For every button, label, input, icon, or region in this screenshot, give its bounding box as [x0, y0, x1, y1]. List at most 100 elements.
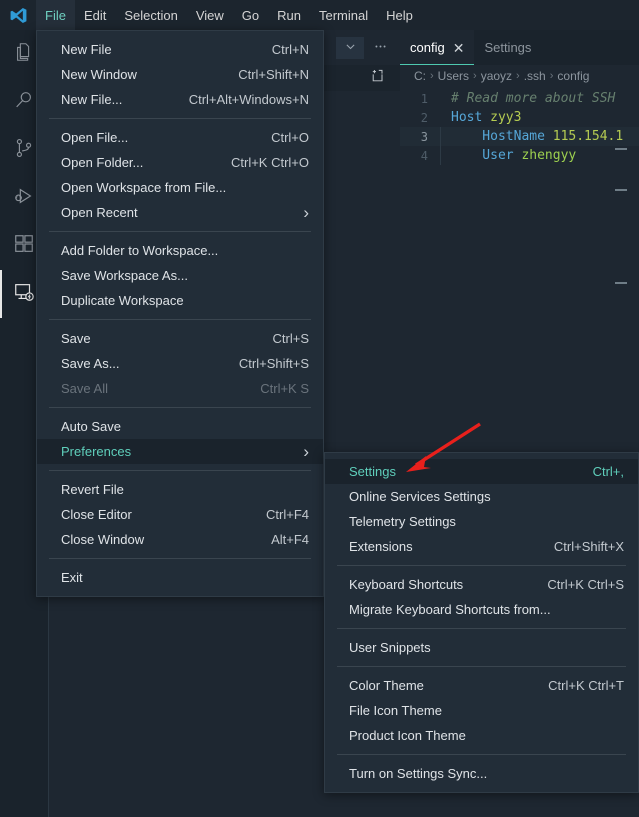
minimap-mark: [615, 189, 627, 191]
menu-item-label: Exit: [61, 570, 83, 585]
minimap-mark: [615, 282, 627, 284]
line-number: 3: [420, 129, 428, 144]
menubar-item-go[interactable]: Go: [233, 0, 268, 30]
menu-item-label: Duplicate Workspace: [61, 293, 184, 308]
menu-item-save[interactable]: Save Ctrl+S: [37, 326, 323, 351]
breadcrumb-segment[interactable]: yaoyz: [481, 69, 512, 83]
editor-tab-config[interactable]: config ✕: [400, 30, 475, 65]
menu-separator: [49, 118, 311, 119]
menu-separator: [49, 407, 311, 408]
code-editor[interactable]: 1 # Read more about SSH 2 Host zyy3 3 HostNa…: [400, 87, 639, 165]
menu-separator: [49, 231, 311, 232]
menu-item-file-icon-theme[interactable]: File Icon Theme: [325, 698, 638, 723]
menu-item-label: Open File...: [61, 130, 129, 145]
menu-item-migrate-keyboard-shortcuts-from[interactable]: Migrate Keyboard Shortcuts from...: [325, 597, 638, 622]
menu-item-settings[interactable]: Settings Ctrl+,: [325, 459, 638, 484]
editor-tab-settings[interactable]: Settings: [474, 30, 541, 65]
menu-item-label: Close Editor: [61, 507, 132, 522]
menu-item-label: Extensions: [349, 539, 413, 554]
menu-item-label: Preferences: [61, 444, 132, 459]
menu-item-preferences[interactable]: Preferences ›: [37, 439, 323, 464]
breadcrumb-segment[interactable]: C:: [414, 69, 426, 83]
menu-item-label: User Snippets: [349, 640, 431, 655]
close-icon[interactable]: ✕: [453, 41, 465, 55]
breadcrumb-segment[interactable]: Users: [438, 69, 469, 83]
menu-item-save-workspace-as[interactable]: Save Workspace As...: [37, 263, 323, 288]
menubar-item-file[interactable]: File: [36, 0, 75, 30]
breadcrumb-separator: ›: [516, 70, 520, 82]
menu-item-open-workspace-from-file[interactable]: Open Workspace from File...: [37, 175, 323, 200]
menu-separator: [337, 754, 626, 755]
menu-item-color-theme[interactable]: Color Theme Ctrl+K Ctrl+T: [325, 673, 638, 698]
menu-item-label: New File...: [61, 92, 123, 107]
code-line[interactable]: 2 Host zyy3: [400, 108, 639, 127]
sidebar-more-actions-button[interactable]: [366, 37, 394, 59]
menu-item-shortcut: Ctrl+Shift+S: [238, 356, 309, 371]
menu-item-shortcut: Ctrl+Shift+N: [238, 67, 309, 82]
menu-item-new-file[interactable]: New File... Ctrl+Alt+Windows+N: [37, 87, 323, 112]
menu-item-label: Revert File: [61, 482, 124, 497]
menu-item-shortcut: Alt+F4: [271, 532, 309, 547]
line-number: 2: [420, 110, 428, 125]
menu-item-close-window[interactable]: Close Window Alt+F4: [37, 527, 323, 552]
menu-item-label: Online Services Settings: [349, 489, 491, 504]
menu-item-keyboard-shortcuts[interactable]: Keyboard Shortcuts Ctrl+K Ctrl+S: [325, 572, 638, 597]
code-text: User zhengyy: [441, 148, 576, 163]
menu-item-open-folder[interactable]: Open Folder... Ctrl+K Ctrl+O: [37, 150, 323, 175]
minimap-mark: [615, 148, 627, 150]
menu-item-label: Settings: [349, 464, 396, 479]
new-remote-icon[interactable]: [370, 68, 386, 89]
menu-item-new-window[interactable]: New Window Ctrl+Shift+N: [37, 62, 323, 87]
menu-item-product-icon-theme[interactable]: Product Icon Theme: [325, 723, 638, 748]
menubar-item-run[interactable]: Run: [268, 0, 310, 30]
menu-item-label: Telemetry Settings: [349, 514, 456, 529]
menu-item-shortcut: Ctrl+N: [271, 42, 309, 57]
preferences-submenu: Settings Ctrl+, Online Services Settings Te…: [324, 452, 639, 793]
menu-item-turn-on-settings-sync[interactable]: Turn on Settings Sync...: [325, 761, 638, 786]
menubar-item-help[interactable]: Help: [377, 0, 422, 30]
code-text: # Read more about SSH: [441, 91, 615, 106]
code-token: 115.154.1: [552, 129, 624, 144]
code-token: # Read more about SSH: [451, 91, 616, 106]
menubar-item-view[interactable]: View: [187, 0, 233, 30]
menu-item-duplicate-workspace[interactable]: Duplicate Workspace: [37, 288, 323, 313]
breadcrumb-segment[interactable]: config: [557, 69, 589, 83]
menu-item-online-services-settings[interactable]: Online Services Settings: [325, 484, 638, 509]
menu-bar: File Edit Selection View Go Run Terminal Help: [0, 0, 639, 30]
breadcrumb-segment[interactable]: .ssh: [524, 69, 546, 83]
chevron-right-icon: ›: [303, 203, 309, 222]
code-line[interactable]: 4 User zhengyy: [400, 146, 639, 165]
menubar-item-terminal[interactable]: Terminal: [310, 0, 377, 30]
code-text: Host zyy3: [441, 110, 521, 125]
editor-tab-bar: config ✕ Settings: [400, 30, 639, 65]
menu-item-add-folder-to-workspace[interactable]: Add Folder to Workspace...: [37, 238, 323, 263]
line-number: 1: [420, 91, 428, 106]
menu-item-open-file[interactable]: Open File... Ctrl+O: [37, 125, 323, 150]
code-line[interactable]: 3 HostName 115.154.1: [400, 127, 639, 146]
menu-item-label: Save: [61, 331, 91, 346]
run-debug-icon: [13, 185, 35, 212]
menu-item-label: Turn on Settings Sync...: [349, 766, 488, 781]
breadcrumb-separator: ›: [473, 70, 477, 82]
menubar-item-edit[interactable]: Edit: [75, 0, 115, 30]
menu-item-new-file[interactable]: New File Ctrl+N: [37, 37, 323, 62]
code-line[interactable]: 1 # Read more about SSH: [400, 89, 639, 108]
menu-item-shortcut: Ctrl+Alt+Windows+N: [188, 92, 309, 107]
code-token: zyy3: [490, 110, 522, 125]
menu-item-save-as[interactable]: Save As... Ctrl+Shift+S: [37, 351, 323, 376]
menu-item-shortcut: Ctrl+K S: [260, 381, 309, 396]
menu-item-exit[interactable]: Exit: [37, 565, 323, 590]
menu-item-telemetry-settings[interactable]: Telemetry Settings: [325, 509, 638, 534]
menu-item-extensions[interactable]: Extensions Ctrl+Shift+X: [325, 534, 638, 559]
menu-item-label: Open Recent: [61, 205, 138, 220]
sidebar-collapse-button[interactable]: [336, 36, 364, 59]
menu-item-label: Product Icon Theme: [349, 728, 466, 743]
menu-item-label: New Window: [61, 67, 137, 82]
menu-item-revert-file[interactable]: Revert File: [37, 477, 323, 502]
menu-item-open-recent[interactable]: Open Recent ›: [37, 200, 323, 225]
menu-item-user-snippets[interactable]: User Snippets: [325, 635, 638, 660]
menu-separator: [49, 319, 311, 320]
menubar-item-selection[interactable]: Selection: [115, 0, 186, 30]
menu-item-close-editor[interactable]: Close Editor Ctrl+F4: [37, 502, 323, 527]
menu-item-auto-save[interactable]: Auto Save: [37, 414, 323, 439]
